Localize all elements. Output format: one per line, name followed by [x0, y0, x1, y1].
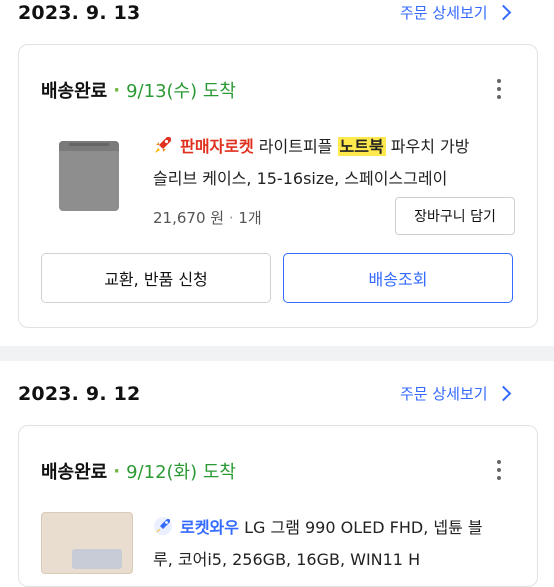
- order-detail-link[interactable]: 주문 상세보기: [400, 383, 511, 404]
- more-vertical-icon[interactable]: [497, 460, 501, 480]
- arrival-date: 9/12(화) 도착: [126, 462, 236, 483]
- product-title-highlight: 노트북: [337, 137, 386, 156]
- chevron-right-icon: [495, 385, 511, 402]
- exchange-return-button[interactable]: 교환, 반품 신청: [41, 253, 271, 303]
- status-label: 배송완료: [41, 81, 108, 102]
- delivery-status: 배송완료 · 9/13(수) 도착: [41, 77, 236, 103]
- section-divider: [0, 346, 554, 361]
- product-title-line2[interactable]: 루, 코어i5, 256GB, 16GB, WIN11 H: [153, 544, 420, 575]
- delivery-status: 배송완료 · 9/12(화) 도착: [41, 458, 236, 484]
- track-delivery-button[interactable]: 배송조회: [283, 253, 513, 303]
- status-separator: ·: [113, 79, 121, 101]
- rocket-icon: [155, 137, 171, 153]
- product-quantity: 1개: [238, 209, 262, 227]
- product-price: 21,670 원: [153, 209, 225, 227]
- order-date: 2023. 9. 13: [18, 2, 141, 24]
- product-title-line2[interactable]: 슬리브 케이스, 15-16size, 스페이스그레이: [153, 163, 447, 194]
- product-title-before: LG 그램 990 OLED FHD, 넵튠 블: [244, 518, 483, 537]
- status-label: 배송완료: [41, 462, 108, 483]
- order-detail-label: 주문 상세보기: [400, 385, 488, 403]
- product-title-after: 파우치 가방: [390, 137, 470, 156]
- product-title-line1[interactable]: 판매자로켓 라이트피플 노트북 파우치 가방: [153, 131, 469, 162]
- rocket-wow-badge: 로켓와우: [180, 518, 239, 537]
- add-to-cart-button[interactable]: 장바구니 담기: [395, 197, 515, 235]
- product-price-row: 21,670 원 · 1개: [153, 209, 262, 227]
- order-detail-link[interactable]: 주문 상세보기: [400, 2, 511, 23]
- product-thumbnail[interactable]: [59, 141, 119, 211]
- arrival-date: 9/13(수) 도착: [126, 81, 236, 102]
- product-title-before: 라이트피플: [258, 137, 333, 156]
- status-separator: ·: [113, 460, 121, 482]
- rocket-icon: [154, 517, 172, 535]
- order-date: 2023. 9. 12: [18, 383, 141, 405]
- order-card: 배송완료 · 9/12(화) 도착 로켓와우 LG 그램 990 OLED FH…: [18, 425, 538, 587]
- product-title-line1[interactable]: 로켓와우 LG 그램 990 OLED FHD, 넵튠 블: [153, 512, 483, 543]
- order-card: 배송완료 · 9/13(수) 도착 판매자로켓 라이트피플 노트북 파우치 가방…: [18, 44, 538, 328]
- product-thumbnail[interactable]: [41, 512, 133, 574]
- seller-rocket-badge: 판매자로켓: [180, 137, 254, 156]
- more-vertical-icon[interactable]: [497, 79, 501, 99]
- chevron-right-icon: [495, 4, 511, 21]
- order-detail-label: 주문 상세보기: [400, 4, 488, 22]
